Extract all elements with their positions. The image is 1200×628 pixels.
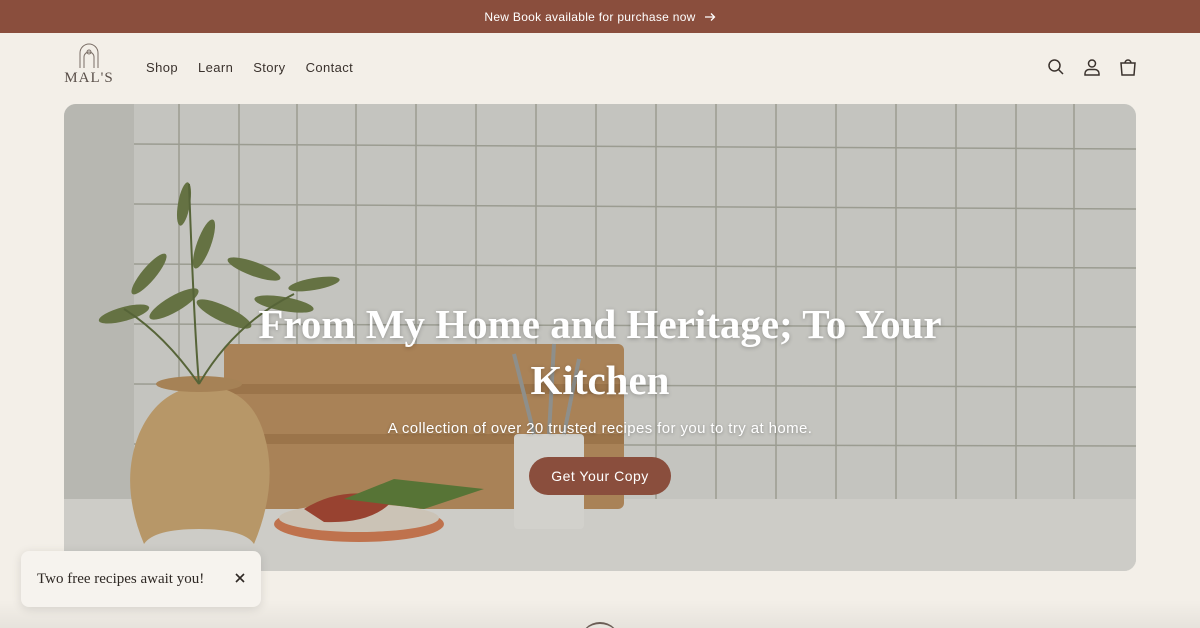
logo-emblem-icon [79,43,99,68]
header-icons [1046,57,1138,77]
cart-icon [1120,59,1136,76]
cart-button[interactable] [1118,57,1138,77]
hero-subtitle: A collection of over 20 trusted recipes … [387,420,813,437]
close-icon[interactable] [233,571,247,585]
search-button[interactable] [1046,57,1066,77]
arrow-right-icon [704,12,716,21]
nav-item-learn[interactable]: Learn [198,60,233,75]
account-button[interactable] [1082,57,1102,77]
logo[interactable]: MAL'S [62,43,116,93]
hero-title: From My Home and Heritage; To Your Kitch… [258,301,942,403]
account-icon [1084,59,1100,76]
nav-item-story[interactable]: Story [253,60,285,75]
logo-text: MAL'S [64,70,114,86]
popup-text[interactable]: Two free recipes await you! [37,571,204,588]
site-header: MAL'S Shop Learn Story Contact [0,33,1200,103]
get-your-copy-button[interactable]: Get Your Copy [529,457,671,495]
free-recipes-popup[interactable]: Two free recipes await you! [21,551,261,607]
hero-banner: From My Home and Heritage; To Your Kitch… [64,104,1136,571]
nav-item-shop[interactable]: Shop [146,60,178,75]
announcement-bar[interactable]: New Book available for purchase now [0,0,1200,33]
announcement-text[interactable]: New Book available for purchase now [484,10,695,24]
hero-content: From My Home and Heritage; To Your Kitch… [64,104,1136,571]
nav-item-contact[interactable]: Contact [306,60,354,75]
search-icon [1048,59,1064,75]
main-nav: Shop Learn Story Contact [146,60,353,75]
